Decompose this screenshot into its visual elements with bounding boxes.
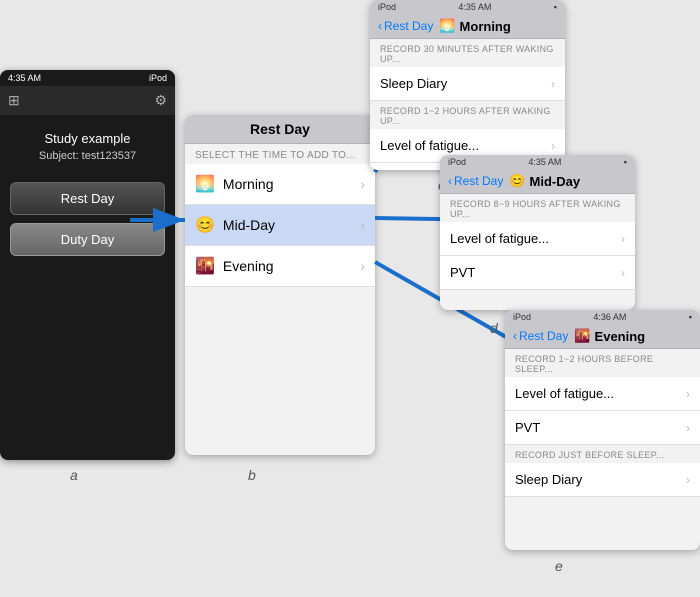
fatigue-midday[interactable]: Level of fatigue... ›	[440, 222, 635, 256]
status-bar-e: iPod 4:36 AM ▪	[505, 310, 700, 324]
panel-b: Rest Day SELECT THE TIME TO ADD TO... 🌅 …	[185, 115, 375, 455]
device-d: iPod	[448, 157, 466, 167]
sleep-diary-label-morning: Sleep Diary	[380, 76, 447, 91]
battery-d: ▪	[624, 157, 627, 167]
label-a: a	[70, 467, 78, 483]
battery-e: ▪	[689, 312, 692, 322]
midday-title-icon: 😊	[509, 173, 525, 189]
morning-label: Morning	[223, 176, 274, 192]
pvt-label-midday: PVT	[450, 265, 475, 280]
nav-bar-e: ‹ Rest Day 🌇 Evening	[505, 324, 700, 349]
status-bar-a: 4:35 AM iPod	[0, 70, 175, 86]
evening-label: Evening	[223, 258, 274, 274]
chevron-back-e: ‹	[513, 329, 517, 343]
back-label-d: Rest Day	[454, 174, 503, 188]
label-d: d	[490, 320, 498, 336]
nav-bar-b: Rest Day	[185, 115, 375, 144]
time-e: 4:36 AM	[593, 312, 626, 322]
midday-icon: 😊	[195, 215, 215, 235]
device-c: iPod	[378, 2, 396, 12]
page-title-e: 🌇 Evening	[574, 328, 645, 344]
back-label-c: Rest Day	[384, 19, 433, 33]
fatigue-label-evening: Level of fatigue...	[515, 386, 614, 401]
midday-title-text: Mid-Day	[530, 174, 581, 189]
content-a: Study example Subject: test123537 Rest D…	[0, 115, 175, 272]
time-a: 4:35 AM	[8, 73, 41, 83]
evening-title-text: Evening	[595, 329, 646, 344]
section-header-c1: RECORD 30 MINUTES AFTER WAKING UP...	[370, 39, 565, 67]
nav-bar-c: ‹ Rest Day 🌅 Morning	[370, 14, 565, 39]
fatigue-label-morning: Level of fatigue...	[380, 138, 479, 153]
pvt-evening[interactable]: PVT ›	[505, 411, 700, 445]
back-button-c[interactable]: ‹ Rest Day	[378, 19, 433, 33]
list-item-morning[interactable]: 🌅 Morning ›	[185, 164, 375, 205]
chevron-back-d: ‹	[448, 174, 452, 188]
list-item-evening[interactable]: 🌇 Evening ›	[185, 246, 375, 287]
chevron-midday: ›	[360, 217, 365, 233]
section-header-c2: RECORD 1~2 HOURS AFTER WAKING UP...	[370, 101, 565, 129]
list-item-midday[interactable]: 😊 Mid-Day ›	[185, 205, 375, 246]
section-header-e2: RECORD JUST BEFORE SLEEP...	[505, 445, 700, 463]
evening-icon: 🌇	[195, 256, 215, 276]
pvt-label-evening: PVT	[515, 420, 540, 435]
sleep-diary-morning[interactable]: Sleep Diary ›	[370, 67, 565, 101]
device-e: iPod	[513, 312, 531, 322]
chevron-pvt-midday: ›	[621, 266, 625, 280]
fatigue-label-midday: Level of fatigue...	[450, 231, 549, 246]
back-button-e[interactable]: ‹ Rest Day	[513, 329, 568, 343]
chevron-fatigue-morning: ›	[551, 139, 555, 153]
gear-icon[interactable]: ⚙	[154, 92, 167, 109]
nav-bar-d: ‹ Rest Day 😊 Mid-Day	[440, 169, 635, 194]
label-e: e	[555, 558, 563, 574]
panel-b-title: Rest Day	[250, 121, 310, 137]
morning-title-icon: 🌅	[439, 18, 455, 34]
device-a: iPod	[149, 73, 167, 83]
label-b: b	[248, 467, 256, 483]
page-title-d: 😊 Mid-Day	[509, 173, 580, 189]
page-title-c: 🌅 Morning	[439, 18, 510, 34]
time-c: 4:35 AM	[458, 2, 491, 12]
subject-label: Subject: test123537	[10, 150, 165, 162]
section-header-b: SELECT THE TIME TO ADD TO...	[185, 144, 375, 164]
chevron-fatigue-evening: ›	[686, 387, 690, 401]
section-header-e1: RECORD 1~2 HOURS BEFORE SLEEP...	[505, 349, 700, 377]
morning-title-text: Morning	[460, 19, 511, 34]
panel-d: iPod 4:35 AM ▪ ‹ Rest Day 😊 Mid-Day RECO…	[440, 155, 635, 310]
status-bar-d: iPod 4:35 AM ▪	[440, 155, 635, 169]
logo-icon: ⊞	[8, 92, 20, 109]
chevron-pvt-evening: ›	[686, 421, 690, 435]
chevron-evening: ›	[360, 258, 365, 274]
chevron-back-c: ‹	[378, 19, 382, 33]
back-label-e: Rest Day	[519, 329, 568, 343]
nav-bar-a: ⊞ ⚙	[0, 86, 175, 115]
midday-label: Mid-Day	[223, 217, 275, 233]
study-title: Study example	[10, 131, 165, 146]
back-button-d[interactable]: ‹ Rest Day	[448, 174, 503, 188]
duty-day-button[interactable]: Duty Day	[10, 223, 165, 256]
chevron-fatigue-midday: ›	[621, 232, 625, 246]
pvt-midday[interactable]: PVT ›	[440, 256, 635, 290]
sleep-diary-evening[interactable]: Sleep Diary ›	[505, 463, 700, 497]
evening-title-icon: 🌇	[574, 328, 590, 344]
chevron-morning: ›	[360, 176, 365, 192]
fatigue-evening[interactable]: Level of fatigue... ›	[505, 377, 700, 411]
panel-e: iPod 4:36 AM ▪ ‹ Rest Day 🌇 Evening RECO…	[505, 310, 700, 550]
time-d: 4:35 AM	[528, 157, 561, 167]
chevron-sleep-diary-morning: ›	[551, 77, 555, 91]
battery-c: ▪	[554, 2, 557, 12]
status-bar-c: iPod 4:35 AM ▪	[370, 0, 565, 14]
chevron-sleep-diary-evening: ›	[686, 473, 690, 487]
morning-icon: 🌅	[195, 174, 215, 194]
panel-c: iPod 4:35 AM ▪ ‹ Rest Day 🌅 Morning RECO…	[370, 0, 565, 170]
section-header-d1: RECORD 8~9 HOURS AFTER WAKING UP...	[440, 194, 635, 222]
rest-day-button[interactable]: Rest Day	[10, 182, 165, 215]
sleep-diary-label-evening: Sleep Diary	[515, 472, 582, 487]
panel-a: 4:35 AM iPod ⊞ ⚙ Study example Subject: …	[0, 70, 175, 460]
